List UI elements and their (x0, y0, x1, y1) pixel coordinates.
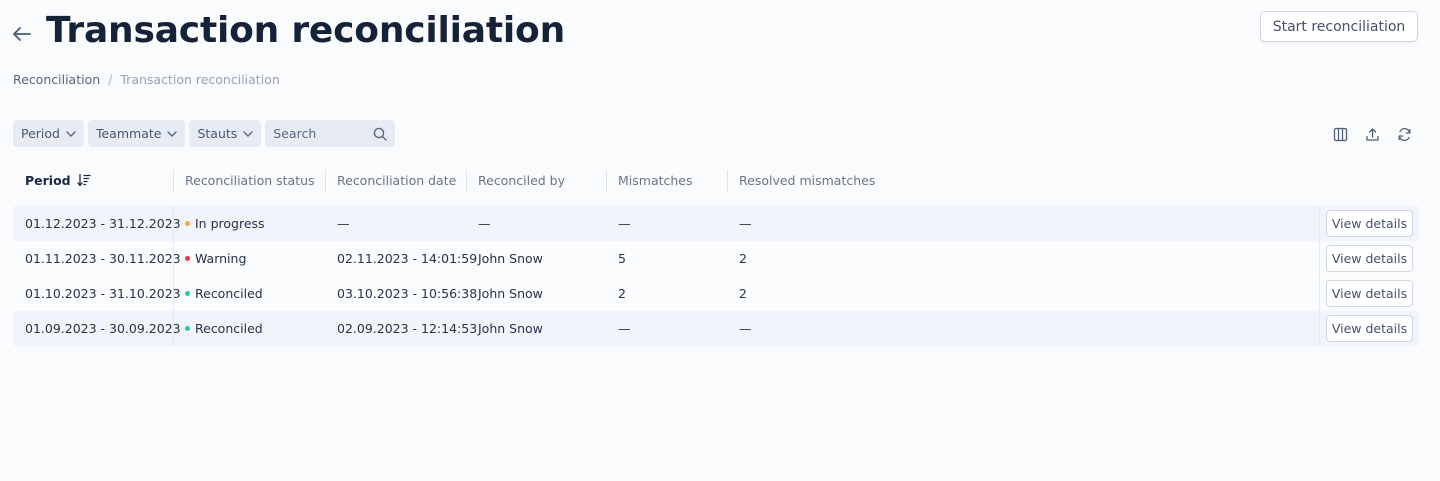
status-filter-label: Stauts (197, 126, 238, 141)
refresh-icon (1398, 127, 1410, 141)
search-box (265, 120, 396, 147)
chevron-down-icon (167, 130, 178, 137)
view-details-button[interactable]: View details (1326, 280, 1413, 307)
chevron-down-icon (66, 130, 76, 137)
mismatches-cell: 2 (618, 286, 626, 301)
search-input[interactable] (273, 126, 364, 141)
resolved-cell: — (739, 321, 752, 336)
column-divider (606, 170, 607, 192)
action-divider (1319, 276, 1320, 311)
resolved-cell: 2 (739, 286, 747, 301)
status-cell: Reconciled (185, 276, 263, 311)
table-row[interactable]: 01.11.2023 - 30.11.2023 Warning 02.11.20… (13, 241, 1419, 276)
filter-bar: Period Teammate Stauts (13, 120, 396, 147)
status-dot-reconciled (185, 326, 190, 331)
row-divider (173, 206, 174, 241)
reconciliation-table: Period Reconciliation status Reconciliat… (13, 160, 1419, 346)
view-details-button[interactable]: View details (1326, 210, 1413, 237)
period-filter[interactable]: Period (13, 120, 84, 147)
period-cell: 01.12.2023 - 31.12.2023 (25, 216, 181, 231)
page-title: Transaction reconciliation (46, 10, 566, 51)
teammate-filter[interactable]: Teammate (87, 120, 186, 147)
status-label: In progress (195, 216, 265, 231)
column-divider (173, 170, 174, 192)
search-icon[interactable] (373, 127, 387, 141)
row-divider (173, 276, 174, 311)
column-header-period[interactable]: Period (25, 160, 91, 200)
mismatches-cell: — (618, 216, 631, 231)
reconciled-by-cell: John Snow (478, 286, 543, 301)
breadcrumb-reconciliation[interactable]: Reconciliation (13, 72, 100, 87)
export-button[interactable] (1358, 120, 1386, 148)
period-filter-label: Period (21, 126, 60, 141)
view-details-button[interactable]: View details (1326, 245, 1413, 272)
row-divider (173, 311, 174, 346)
table-row[interactable]: 01.10.2023 - 31.10.2023 Reconciled 03.10… (13, 276, 1419, 311)
date-cell: — (337, 216, 350, 231)
status-dot-in-progress (185, 221, 190, 226)
mismatches-cell: 5 (618, 251, 626, 266)
table-row[interactable]: 01.12.2023 - 31.12.2023 In progress — — … (13, 206, 1419, 241)
date-cell: 02.09.2023 - 12:14:53 (337, 321, 478, 336)
date-cell: 03.10.2023 - 10:56:38 (337, 286, 478, 301)
resolved-cell: — (739, 216, 752, 231)
row-divider (173, 241, 174, 276)
column-header-date[interactable]: Reconciliation date (337, 160, 456, 200)
sort-descending-icon[interactable] (76, 173, 91, 187)
breadcrumb-separator: / (108, 72, 113, 87)
status-label: Reconciled (195, 321, 263, 336)
column-divider (325, 170, 326, 192)
status-dot-warning (185, 256, 190, 261)
breadcrumb: Reconciliation / Transaction reconciliat… (13, 72, 280, 87)
column-header-label: Period (25, 172, 71, 188)
column-divider (466, 170, 467, 192)
table-row[interactable]: 01.09.2023 - 30.09.2023 Reconciled 02.09… (13, 311, 1419, 346)
status-cell: In progress (185, 206, 265, 241)
resolved-cell: 2 (739, 251, 747, 266)
breadcrumb-current: Transaction reconciliation (120, 72, 280, 87)
table-header: Period Reconciliation status Reconciliat… (13, 160, 1419, 200)
chevron-down-icon (243, 130, 253, 137)
upload-icon (1365, 127, 1379, 141)
arrow-left-icon (13, 27, 31, 41)
start-reconciliation-button[interactable]: Start reconciliation (1260, 11, 1418, 42)
period-cell: 01.09.2023 - 30.09.2023 (25, 321, 181, 336)
table-toolbar (1326, 120, 1418, 148)
column-header-reconciled-by[interactable]: Reconciled by (478, 160, 565, 200)
status-label: Warning (195, 251, 247, 266)
column-header-resolved[interactable]: Resolved mismatches (739, 160, 875, 200)
status-cell: Warning (185, 241, 246, 276)
period-cell: 01.10.2023 - 31.10.2023 (25, 286, 181, 301)
columns-icon (1333, 127, 1347, 141)
back-button[interactable] (8, 20, 36, 48)
action-divider (1319, 241, 1320, 276)
columns-button[interactable] (1326, 120, 1354, 148)
column-header-status[interactable]: Reconciliation status (185, 160, 315, 200)
column-header-mismatches[interactable]: Mismatches (618, 160, 693, 200)
reconciled-by-cell: John Snow (478, 251, 543, 266)
mismatches-cell: — (618, 321, 631, 336)
action-divider (1319, 311, 1320, 346)
date-cell: 02.11.2023 - 14:01:59 (337, 251, 478, 266)
action-divider (1319, 206, 1320, 241)
status-filter[interactable]: Stauts (189, 120, 262, 147)
status-cell: Reconciled (185, 311, 263, 346)
reconciled-by-cell: — (478, 216, 491, 231)
page-header: Transaction reconciliation Start reconci… (0, 0, 1440, 70)
refresh-button[interactable] (1390, 120, 1418, 148)
period-cell: 01.11.2023 - 30.11.2023 (25, 251, 181, 266)
status-dot-reconciled (185, 291, 190, 296)
column-divider (727, 170, 728, 192)
view-details-button[interactable]: View details (1326, 315, 1413, 342)
reconciled-by-cell: John Snow (478, 321, 543, 336)
teammate-filter-label: Teammate (95, 126, 162, 141)
status-label: Reconciled (195, 286, 263, 301)
